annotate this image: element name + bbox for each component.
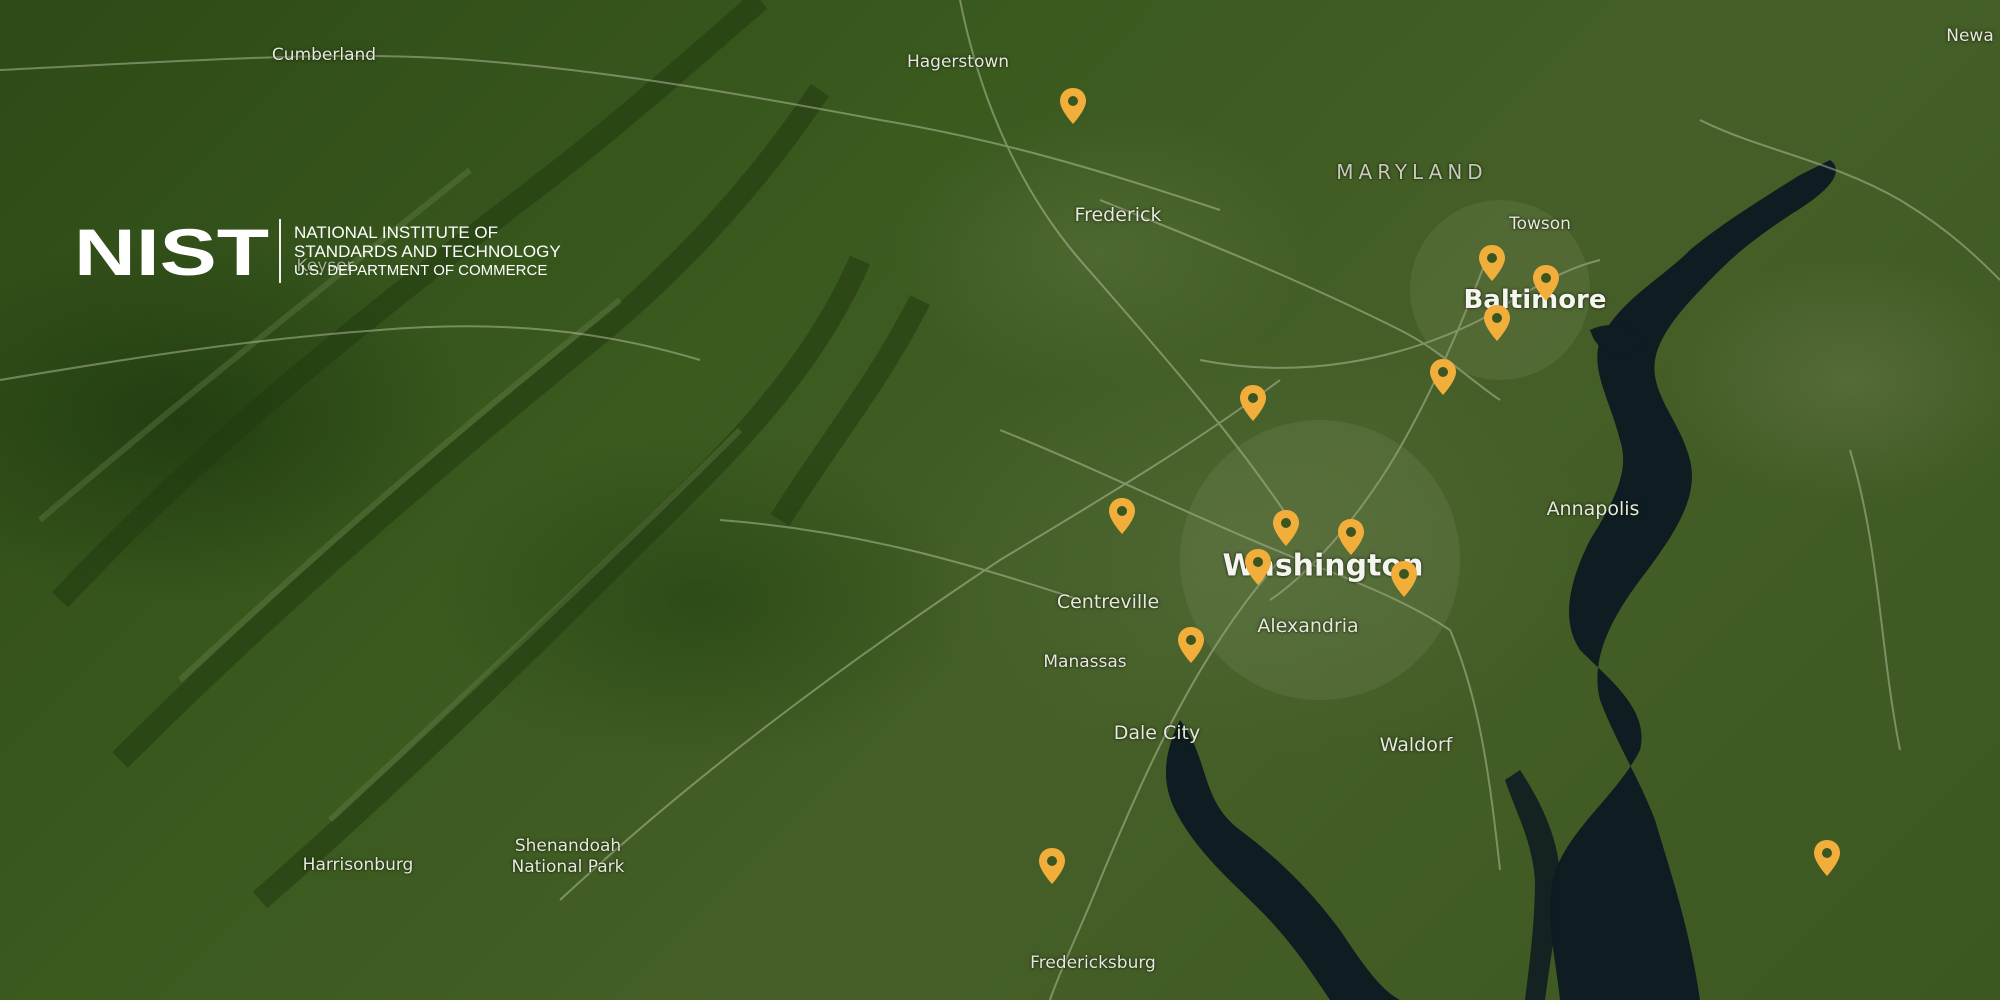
label-manassas: Manassas xyxy=(1043,652,1127,672)
location-pin[interactable] xyxy=(1244,548,1272,586)
location-pin[interactable] xyxy=(1108,497,1136,535)
location-pin[interactable] xyxy=(1337,518,1365,556)
label-frederick: Frederick xyxy=(1074,204,1162,226)
location-pin[interactable] xyxy=(1038,847,1066,885)
nist-acronym: NIST xyxy=(74,215,269,287)
logo-text: NATIONAL INSTITUTE OF STANDARDS AND TECH… xyxy=(294,223,561,280)
location-pin[interactable] xyxy=(1813,839,1841,877)
nist-logo[interactable]: NIST NATIONAL INSTITUTE OF STANDARDS AND… xyxy=(74,215,594,287)
logo-line-3: U.S. DEPARTMENT OF COMMERCE xyxy=(294,262,548,279)
location-pin[interactable] xyxy=(1059,87,1087,125)
label-hagerstown: Hagerstown xyxy=(906,52,1010,72)
location-pin[interactable] xyxy=(1272,509,1300,547)
logo-divider xyxy=(279,219,281,283)
label-centreville: Centreville xyxy=(1056,591,1160,613)
nist-logo-mark: NIST xyxy=(74,215,269,287)
map-canvas[interactable]: Cumberland Hagerstown MARYLAND Frederick… xyxy=(0,0,2000,1000)
label-shenandoah: Shenandoah National Park xyxy=(511,836,625,877)
label-waldorf: Waldorf xyxy=(1379,734,1453,756)
label-cumberland: Cumberland xyxy=(271,45,377,65)
location-pin[interactable] xyxy=(1390,560,1418,598)
logo-line-1: NATIONAL INSTITUTE OF xyxy=(294,223,499,242)
logo-line-2: STANDARDS AND TECHNOLOGY xyxy=(294,242,561,261)
terrain-layer xyxy=(0,0,2000,1000)
label-alexandria: Alexandria xyxy=(1257,615,1359,637)
label-fredericksburg: Fredericksburg xyxy=(1030,953,1156,973)
potomac-river xyxy=(1165,720,1400,1000)
label-towson: Towson xyxy=(1509,214,1571,234)
location-pin[interactable] xyxy=(1483,304,1511,342)
label-harrisonburg: Harrisonburg xyxy=(302,855,414,875)
label-newark: Newa xyxy=(1946,26,1994,46)
patuxent-river xyxy=(1505,770,1560,1000)
label-maryland: MARYLAND xyxy=(1336,160,1488,184)
location-pin[interactable] xyxy=(1478,244,1506,282)
label-dale-city: Dale City xyxy=(1113,722,1201,744)
location-pin[interactable] xyxy=(1429,358,1457,396)
location-pin[interactable] xyxy=(1239,384,1267,422)
location-pin[interactable] xyxy=(1177,626,1205,664)
label-annapolis: Annapolis xyxy=(1546,498,1640,520)
location-pin[interactable] xyxy=(1532,264,1560,302)
